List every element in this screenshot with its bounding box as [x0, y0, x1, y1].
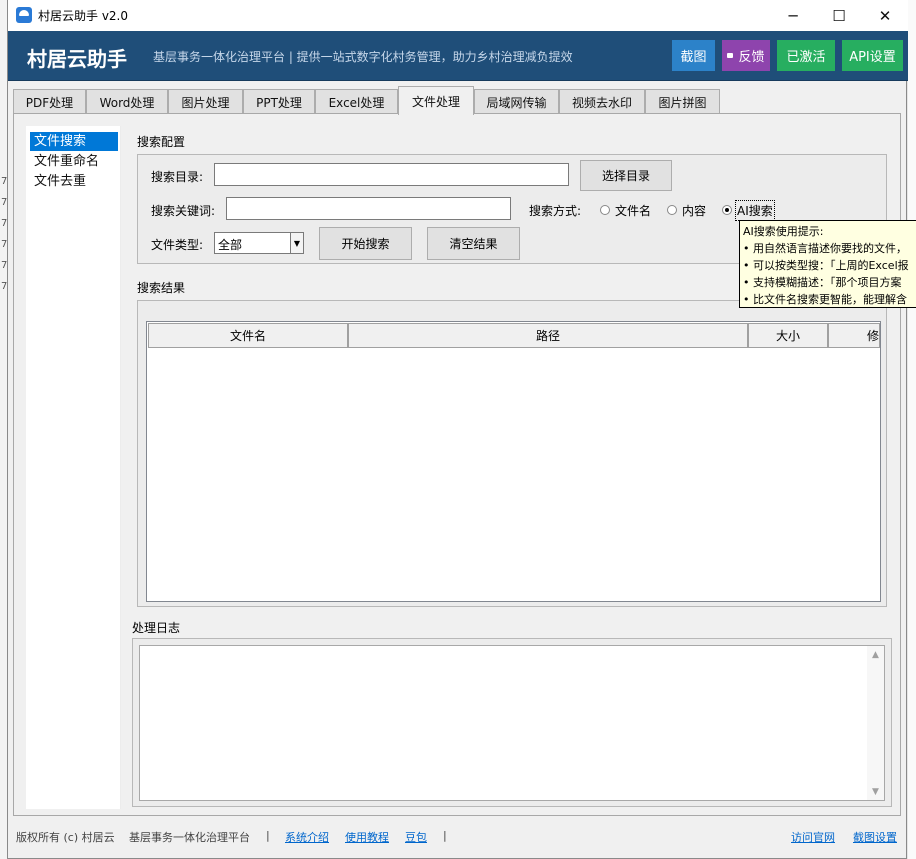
link-system-intro[interactable]: 系统介绍	[285, 829, 329, 845]
log-textarea[interactable]: ▲ ▼	[139, 645, 885, 801]
tab-file[interactable]: 文件处理	[398, 86, 474, 115]
tab-image-collage[interactable]: 图片拼图	[645, 89, 720, 114]
app-window: 村居云助手 v2.0 ─ ☐ ✕ 村居云助手 基层事务一体化治理平台 | 提供一…	[7, 0, 916, 859]
window-title: 村居云助手 v2.0	[38, 9, 129, 23]
tab-ppt[interactable]: PPT处理	[243, 89, 315, 114]
column-header-path[interactable]: 路径	[348, 323, 748, 348]
app-cloud-icon	[16, 7, 32, 23]
platform-text: 基层事务一体化治理平台	[129, 831, 250, 844]
tab-excel[interactable]: Excel处理	[315, 89, 398, 114]
mode-ai-radio[interactable]	[722, 205, 732, 215]
background-window-edge	[907, 0, 916, 859]
scroll-down-icon[interactable]: ▼	[867, 783, 884, 800]
feedback-button[interactable]: 反馈	[722, 40, 770, 71]
feedback-icon	[727, 53, 734, 58]
results-group: 文件名 路径 大小 修	[137, 300, 887, 607]
minimize-button[interactable]: ─	[770, 0, 816, 31]
status-bar: 版权所有 (c) 村居云 基层事务一体化治理平台 | 系统介绍 使用教程 豆包 …	[8, 818, 906, 858]
tab-image[interactable]: 图片处理	[168, 89, 243, 114]
chevron-down-icon[interactable]: ▼	[290, 233, 303, 253]
log-scrollbar[interactable]: ▲ ▼	[867, 646, 884, 800]
sidebar-item-file-dedup[interactable]: 文件去重	[30, 172, 118, 191]
header-banner: 村居云助手 基层事务一体化治理平台 | 提供一站式数字化村务管理，助力乡村治理减…	[8, 31, 908, 81]
tab-lan-transfer[interactable]: 局域网传输	[474, 89, 559, 114]
copyright-text: 版权所有 (c) 村居云	[16, 831, 115, 844]
search-mode-label: 搜索方式:	[529, 204, 582, 218]
mode-filename-radio[interactable]	[600, 205, 610, 215]
screenshot-button[interactable]: 截图	[672, 40, 715, 71]
tooltip-title: AI搜索使用提示:	[743, 225, 824, 238]
link-tutorial[interactable]: 使用教程	[345, 829, 389, 845]
mode-filename-label[interactable]: 文件名	[615, 202, 651, 219]
status-separator: |	[443, 829, 447, 842]
activated-button[interactable]: 已激活	[777, 40, 835, 71]
brand-title: 村居云助手	[27, 47, 127, 71]
link-official-site[interactable]: 访问官网	[791, 829, 835, 845]
sidebar-item-file-search[interactable]: 文件搜索	[30, 132, 118, 151]
link-doubao[interactable]: 豆包	[405, 829, 427, 845]
sidebar: 文件搜索 文件重命名 文件去重	[26, 126, 121, 809]
scroll-up-icon[interactable]: ▲	[867, 646, 884, 663]
maximize-button[interactable]: ☐	[816, 0, 862, 31]
column-header-filename[interactable]: 文件名	[148, 323, 348, 348]
log-group: ▲ ▼	[132, 638, 892, 807]
results-title: 搜索结果	[137, 281, 186, 295]
ai-search-tooltip: AI搜索使用提示: • 用自然语言描述你要找的文件， • 可以按类型搜：「上周的…	[739, 220, 916, 308]
link-screenshot-settings[interactable]: 截图设置	[853, 829, 897, 845]
feedback-label: 反馈	[738, 50, 765, 65]
tooltip-line: • 比文件名搜索更智能，能理解含	[743, 293, 907, 306]
start-search-button[interactable]: 开始搜索	[319, 227, 412, 260]
mode-content-radio[interactable]	[667, 205, 677, 215]
mode-ai-label[interactable]: AI搜索	[735, 200, 775, 221]
api-settings-button[interactable]: API设置	[842, 40, 903, 71]
tooltip-line: • 用自然语言描述你要找的文件，	[743, 242, 907, 255]
clear-results-button[interactable]: 清空结果	[427, 227, 520, 260]
file-type-value: 全部	[218, 238, 243, 252]
results-table[interactable]: 文件名 路径 大小 修	[146, 321, 881, 602]
tab-pdf[interactable]: PDF处理	[13, 89, 86, 114]
search-dir-input[interactable]	[214, 163, 569, 186]
column-header-size[interactable]: 大小	[748, 323, 828, 348]
title-bar[interactable]: 村居云助手 v2.0 ─ ☐ ✕	[8, 0, 908, 31]
tooltip-line: • 可以按类型搜：「上周的Excel报	[743, 259, 909, 272]
tab-word[interactable]: Word处理	[86, 89, 168, 114]
tab-panel: 文件搜索 文件重命名 文件去重 搜索配置 搜索目录: 选择目录 搜索关键词: 搜…	[13, 113, 901, 816]
file-type-select[interactable]: 全部 ▼	[214, 232, 304, 254]
choose-dir-button[interactable]: 选择目录	[580, 160, 672, 191]
tab-video-watermark[interactable]: 视频去水印	[559, 89, 645, 114]
column-header-modified[interactable]: 修	[828, 323, 880, 348]
file-type-label: 文件类型:	[151, 238, 204, 252]
keyword-input[interactable]	[226, 197, 511, 220]
close-button[interactable]: ✕	[862, 0, 908, 31]
keyword-label: 搜索关键词:	[151, 204, 216, 218]
tooltip-line: • 支持模糊描述：「那个项目方案	[743, 276, 902, 289]
log-title: 处理日志	[132, 621, 181, 635]
mode-content-label[interactable]: 内容	[682, 202, 706, 219]
search-config-title: 搜索配置	[137, 135, 186, 149]
search-dir-label: 搜索目录:	[151, 170, 204, 184]
tab-bar: PDF处理 Word处理 图片处理 PPT处理 Excel处理 文件处理 局域网…	[13, 86, 901, 115]
brand-subtitle: 基层事务一体化治理平台 | 提供一站式数字化村务管理，助力乡村治理减负提效	[153, 50, 573, 64]
sidebar-item-file-rename[interactable]: 文件重命名	[30, 152, 118, 171]
status-separator: |	[266, 829, 270, 842]
